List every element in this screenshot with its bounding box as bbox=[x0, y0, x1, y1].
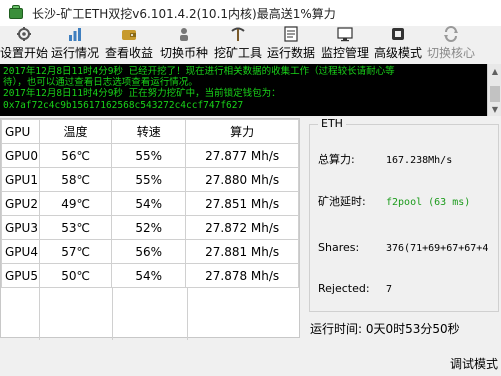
toolbar-label: 切换核心 bbox=[426, 46, 475, 60]
cell-temperature: 57℃ bbox=[38, 239, 113, 264]
wrench-gear-icon bbox=[17, 27, 31, 41]
stat-label: 总算力: bbox=[318, 153, 355, 166]
toolbar-label: 挖矿工具 bbox=[213, 46, 262, 60]
toolbar-button-run-status[interactable]: 运行情况 bbox=[48, 26, 102, 64]
cell-temperature: 56℃ bbox=[38, 143, 113, 168]
monitor-icon bbox=[337, 27, 353, 42]
debug-mode-button[interactable]: 调试模式 bbox=[450, 355, 498, 372]
cell-hashrate: 27.851 Mh/s bbox=[185, 191, 299, 216]
toolbar-label: 监控管理 bbox=[320, 46, 369, 60]
toolbar-button-monitor-management[interactable]: 监控管理 bbox=[318, 26, 372, 64]
toolbar-label: 运行情况 bbox=[50, 46, 99, 60]
table-row[interactable]: GPU2 49℃ 54% 27.851 Mh/s bbox=[1, 191, 299, 216]
cell-gpu: GPU1 bbox=[1, 167, 40, 192]
wallet-icon bbox=[122, 30, 136, 40]
toolbar-button-view-earnings[interactable]: 查看收益 bbox=[102, 26, 156, 64]
table-row[interactable]: GPU0 56℃ 55% 27.877 Mh/s bbox=[1, 143, 299, 168]
cell-temperature: 49℃ bbox=[38, 191, 113, 216]
toolbar-label: 运行数据 bbox=[266, 46, 315, 60]
stat-value: 376(71+69+67+67+4 bbox=[386, 243, 489, 254]
toolbar-button-switch-coin[interactable]: 切换币种 bbox=[156, 26, 212, 64]
stat-total-hashrate: 总算力: 167.238Mh/s bbox=[318, 151, 452, 167]
app-icon bbox=[8, 5, 24, 21]
cell-fan-speed: 55% bbox=[111, 143, 187, 168]
stat-value: 7 bbox=[386, 284, 393, 295]
cell-temperature: 53℃ bbox=[38, 215, 113, 240]
log-line: 2017年12月8日11时4分9秒 已经开挖了！现在进行相关数据的收集工作（过程… bbox=[3, 66, 395, 77]
cell-fan-speed: 54% bbox=[111, 263, 187, 288]
cell-gpu: GPU4 bbox=[1, 239, 40, 264]
log-console[interactable]: 2017年12月8日11时4分9秒 已经开挖了！现在进行相关数据的收集工作（过程… bbox=[0, 64, 487, 116]
scroll-up-icon[interactable]: ▲ bbox=[488, 64, 501, 78]
header-hashrate[interactable]: 算力 bbox=[185, 119, 299, 144]
toolbar-button-setup-start[interactable]: 设置开始 bbox=[0, 26, 48, 64]
pickaxe-icon bbox=[231, 27, 245, 41]
data-icon bbox=[284, 26, 298, 42]
toolbar-label: 高级模式 bbox=[373, 46, 422, 60]
table-row[interactable]: GPU5 50℃ 54% 27.878 Mh/s bbox=[1, 263, 299, 288]
advanced-icon bbox=[392, 28, 404, 40]
stat-value: 167.238Mh/s bbox=[386, 155, 453, 166]
stat-rejected: Rejected: 7 bbox=[318, 282, 392, 295]
cell-fan-speed: 56% bbox=[111, 239, 187, 264]
cell-temperature: 50℃ bbox=[38, 263, 113, 288]
cell-gpu: GPU2 bbox=[1, 191, 40, 216]
stat-pool-latency: 矿池延时: f2pool (63 ms) bbox=[318, 193, 470, 209]
cell-hashrate: 27.880 Mh/s bbox=[185, 167, 299, 192]
header-temperature[interactable]: 温度 bbox=[38, 119, 113, 144]
toolbar-button-advanced-mode[interactable]: 高级模式 bbox=[372, 26, 424, 64]
header-fan-speed[interactable]: 转速 bbox=[111, 119, 187, 144]
stat-value: f2pool (63 ms) bbox=[386, 197, 471, 208]
stat-label: 矿池延时: bbox=[318, 195, 366, 208]
table-row[interactable]: GPU3 53℃ 52% 27.872 Mh/s bbox=[1, 215, 299, 240]
log-line: 0x7af72c4c9b15617162568c543272c4ccf747f6… bbox=[3, 99, 244, 111]
cell-fan-speed: 54% bbox=[111, 191, 187, 216]
chart-icon bbox=[69, 28, 81, 41]
cell-fan-speed: 52% bbox=[111, 215, 187, 240]
toolbar-button-run-data[interactable]: 运行数据 bbox=[264, 26, 318, 64]
coin-switch-icon bbox=[180, 28, 188, 41]
runtime-status: 运行时间: 0天0时53分50秒 bbox=[310, 322, 460, 336]
scroll-thumb[interactable] bbox=[490, 86, 500, 102]
toolbar-label: 切换币种 bbox=[159, 46, 208, 60]
cell-hashrate: 27.877 Mh/s bbox=[185, 143, 299, 168]
core-switch-icon bbox=[444, 26, 458, 42]
gpu-table: GPU 温度 转速 算力 GPU0 56℃ 55% 27.877 Mh/s GP… bbox=[0, 118, 300, 340]
cell-temperature: 58℃ bbox=[38, 167, 113, 192]
stat-shares: Shares: 376(71+69+67+67+4 bbox=[318, 241, 488, 254]
toolbar-button-switch-core[interactable]: 切换核心 bbox=[424, 26, 478, 64]
table-header-row: GPU 温度 转速 算力 bbox=[1, 119, 299, 144]
scroll-down-icon[interactable]: ▼ bbox=[488, 102, 501, 116]
log-scrollbar[interactable]: ▲ ▼ bbox=[487, 64, 501, 116]
toolbar: 设置开始 运行情况 查看收益 切换币种 挖矿工具 运行数据 监控管理 高级模式 … bbox=[0, 26, 501, 64]
table-row[interactable]: GPU1 58℃ 55% 27.880 Mh/s bbox=[1, 167, 299, 192]
cell-gpu: GPU5 bbox=[1, 263, 40, 288]
log-line: 2017年12月8日11时4分9秒 正在努力挖矿中，当前锁定钱包为： bbox=[3, 88, 281, 100]
toolbar-label: 查看收益 bbox=[104, 46, 153, 60]
table-row[interactable]: GPU4 57℃ 56% 27.881 Mh/s bbox=[1, 239, 299, 264]
cell-hashrate: 27.878 Mh/s bbox=[185, 263, 299, 288]
cell-gpu: GPU3 bbox=[1, 215, 40, 240]
table-empty-area bbox=[1, 288, 299, 340]
header-gpu[interactable]: GPU bbox=[1, 119, 40, 144]
cell-hashrate: 27.881 Mh/s bbox=[185, 239, 299, 264]
eth-panel-title: ETH bbox=[318, 117, 346, 130]
title-bar: 长沙-矿工ETH双挖v6.101.4.2(10.1内核)最高送1%算力 bbox=[0, 0, 501, 26]
cell-fan-speed: 55% bbox=[111, 167, 187, 192]
window-title: 长沙-矿工ETH双挖v6.101.4.2(10.1内核)最高送1%算力 bbox=[32, 6, 336, 21]
toolbar-label: 设置开始 bbox=[0, 46, 49, 60]
stat-label: Shares: bbox=[318, 241, 360, 254]
cell-hashrate: 27.872 Mh/s bbox=[185, 215, 299, 240]
log-line: 待），也可以通过查看日志选项查看运行情况。 bbox=[3, 77, 198, 89]
toolbar-button-mining-tools[interactable]: 挖矿工具 bbox=[212, 26, 264, 64]
cell-gpu: GPU0 bbox=[1, 143, 40, 168]
stat-label: Rejected: bbox=[318, 282, 370, 295]
